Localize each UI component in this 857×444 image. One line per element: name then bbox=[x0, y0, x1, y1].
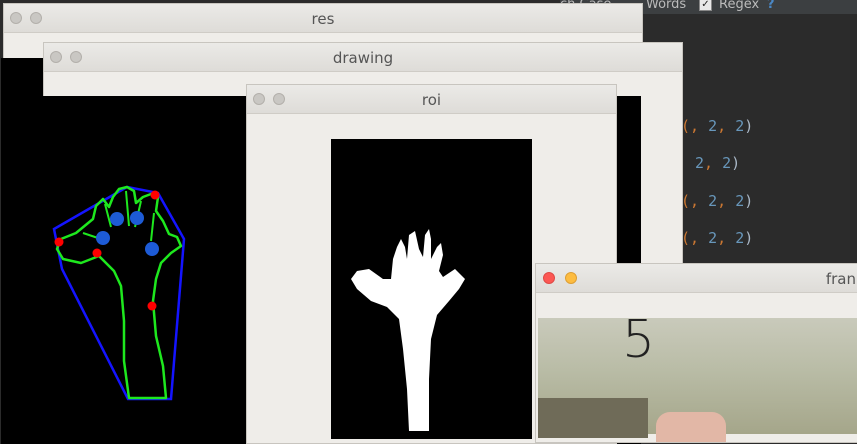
defect-point bbox=[150, 190, 160, 200]
roi-titlebar[interactable]: roi bbox=[247, 85, 616, 114]
code-line: 2, 2) bbox=[695, 154, 741, 172]
center-point bbox=[145, 242, 159, 256]
frame-window[interactable]: fran 5 bbox=[535, 263, 857, 443]
camera-frame: 5 bbox=[538, 310, 857, 442]
words-label[interactable]: Words bbox=[646, 0, 686, 12]
defect-point bbox=[92, 248, 102, 258]
code-line: (, 2, 2) bbox=[681, 192, 754, 210]
defect-point bbox=[147, 301, 157, 311]
code-line: (, 2, 2) bbox=[681, 229, 754, 247]
regex-checkbox[interactable]: ✓ bbox=[699, 0, 712, 11]
window-title: fran bbox=[825, 270, 856, 288]
background-shelf bbox=[538, 398, 648, 438]
center-point bbox=[110, 212, 124, 226]
code-line: (, 2, 2) bbox=[681, 117, 754, 135]
hand-in-frame bbox=[656, 412, 726, 442]
window-title: roi bbox=[421, 91, 442, 109]
defect-point bbox=[54, 237, 64, 247]
hand-mask bbox=[351, 229, 465, 431]
window-title: drawing bbox=[332, 49, 394, 67]
regex-label[interactable]: Regex bbox=[719, 0, 759, 12]
frame-titlebar[interactable]: fran bbox=[536, 264, 857, 293]
window-title: res bbox=[311, 10, 335, 28]
res-titlebar[interactable]: res bbox=[4, 4, 642, 33]
center-point bbox=[130, 211, 144, 225]
center-point bbox=[96, 231, 110, 245]
help-icon[interactable]: ? bbox=[767, 0, 775, 12]
finger-count: 5 bbox=[622, 310, 656, 370]
close-button[interactable] bbox=[543, 272, 555, 284]
roi-mask-canvas bbox=[331, 139, 532, 439]
drawing-titlebar[interactable]: drawing bbox=[44, 43, 682, 72]
minimize-button[interactable] bbox=[565, 272, 577, 284]
